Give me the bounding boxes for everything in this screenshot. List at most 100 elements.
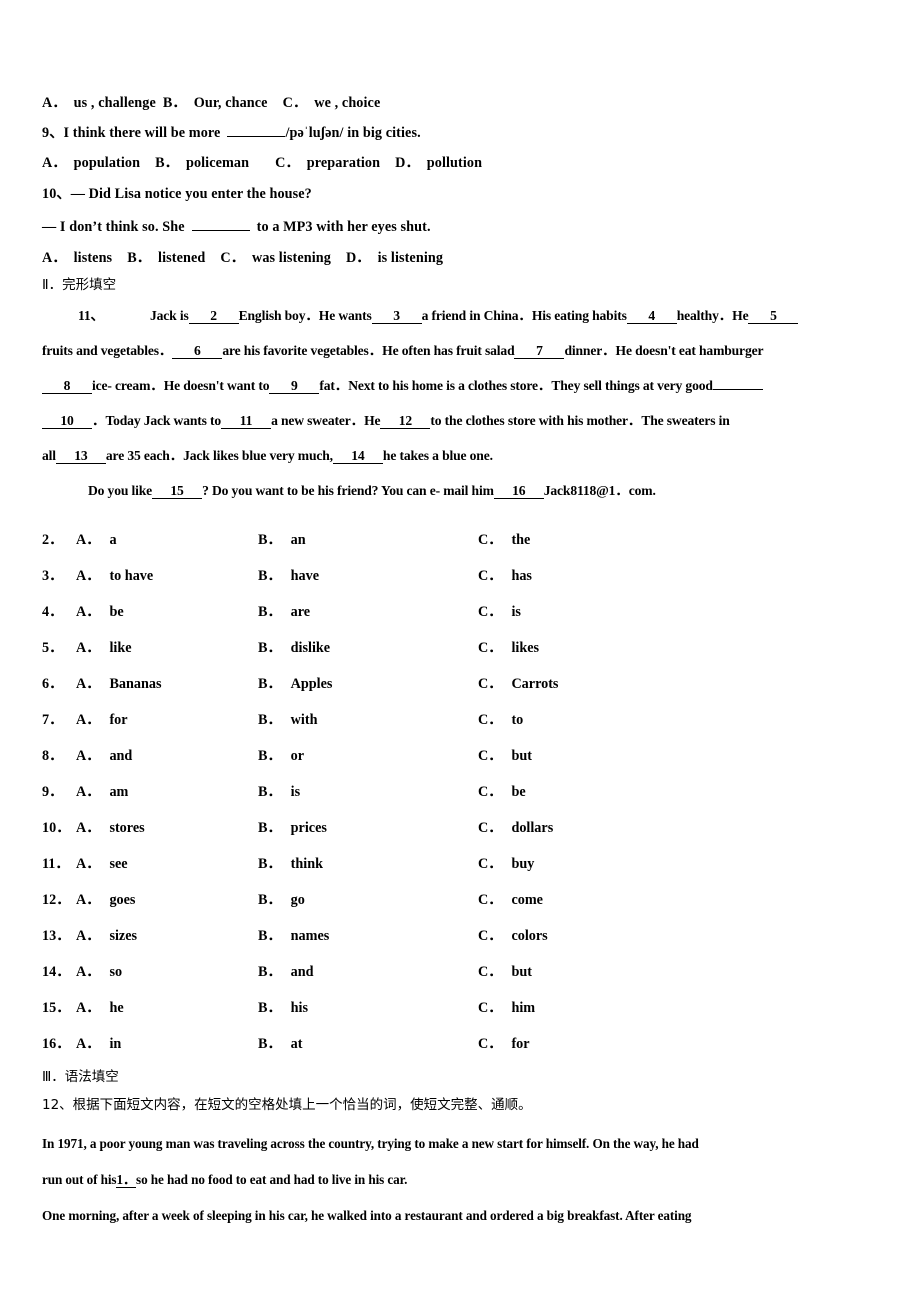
cloze-answer-blank[interactable]: 8 <box>42 378 92 395</box>
cloze-answer-blank[interactable]: 16 <box>493 483 544 500</box>
option-letter-c: C． <box>478 1000 503 1016</box>
cloze-option-a[interactable]: A． he <box>76 990 258 1026</box>
cloze-option-c[interactable]: C． likes <box>478 630 892 666</box>
option-letter-a: A． <box>76 892 101 908</box>
option-letter-b: B． <box>258 568 282 584</box>
option-letter-a: A． <box>76 604 101 620</box>
cloze-answer-blank[interactable]: 15 <box>152 483 203 500</box>
cloze-option-b[interactable]: B． prices <box>258 810 478 846</box>
cloze-option-c[interactable]: C． him <box>478 990 892 1026</box>
cloze-answer-blank[interactable]: 2 <box>188 308 239 325</box>
cloze-option-b[interactable]: B． and <box>258 954 478 990</box>
cloze-option-c[interactable]: C． come <box>478 882 892 918</box>
cloze-option-c[interactable]: C． to <box>478 702 892 738</box>
cloze-option-b[interactable]: B． have <box>258 558 478 594</box>
option-text-d: pollution <box>426 155 483 171</box>
cloze-option-b[interactable]: B． dislike <box>258 630 478 666</box>
cloze-option-c[interactable]: C． for <box>478 1026 892 1062</box>
cloze-option-row: 7． A． for B． with C． to <box>42 702 892 738</box>
option-text-a: population <box>73 155 141 171</box>
cloze-option-a[interactable]: A． sizes <box>76 918 258 954</box>
cloze-option-row: 11． A． see B． think C． buy <box>42 846 892 882</box>
option-text-c: preparation <box>306 155 381 171</box>
option-text-c: was listening <box>252 250 331 266</box>
option-row-number: 11． <box>42 856 70 872</box>
cloze-option-a[interactable]: A． see <box>76 846 258 882</box>
cloze-answer-blank[interactable]: 6 <box>172 343 223 360</box>
cloze-answer-blank[interactable]: 10 <box>42 413 92 430</box>
cloze-option-c[interactable]: C． Carrots <box>478 666 892 702</box>
option-letter-c: C． <box>478 712 503 728</box>
cloze-option-a[interactable]: A． am <box>76 774 258 810</box>
cloze-option-a[interactable]: A． like <box>76 630 258 666</box>
cloze-answer-blank[interactable]: 14 <box>332 448 383 465</box>
option-letter-c: C． <box>478 928 503 944</box>
cloze-option-b[interactable]: B． or <box>258 738 478 774</box>
cloze-option-b[interactable]: B． are <box>258 594 478 630</box>
cloze-option-a[interactable]: A． so <box>76 954 258 990</box>
cloze-option-c[interactable]: C． the <box>478 522 892 558</box>
cloze-option-b[interactable]: B． names <box>258 918 478 954</box>
option-text-c: dollars <box>511 820 554 836</box>
cloze-option-a[interactable]: A． be <box>76 594 258 630</box>
cloze-answer-blank[interactable]: 11 <box>221 413 272 430</box>
cloze-option-c[interactable]: C． dollars <box>478 810 892 846</box>
cloze-answer-blank[interactable]: 9 <box>269 378 320 395</box>
cloze-option-c[interactable]: C． colors <box>478 918 892 954</box>
option-letter-d: D． <box>395 155 420 171</box>
cloze-option-row: 10． A． stores B． prices C． dollars <box>42 810 892 846</box>
option-text-c: be <box>511 784 526 800</box>
option-text-b: is <box>290 784 301 800</box>
option-letter-b: B． <box>258 676 282 692</box>
cloze-answer-blank[interactable]: 4 <box>626 308 677 325</box>
cloze-option-b[interactable]: B． at <box>258 1026 478 1062</box>
option-text-c: colors <box>511 928 548 944</box>
cloze-option-b[interactable]: B． Apples <box>258 666 478 702</box>
cloze-option-row: 3． A． to have B． have C． has <box>42 558 892 594</box>
option-letter-c: C． <box>478 532 503 548</box>
question-10-answer-blank[interactable] <box>191 230 250 231</box>
cloze-option-a[interactable]: A． Bananas <box>76 666 258 702</box>
cloze-option-b[interactable]: B． is <box>258 774 478 810</box>
cloze-option-a[interactable]: A． for <box>76 702 258 738</box>
cloze-option-b[interactable]: B． think <box>258 846 478 882</box>
option-text-b: Apples <box>290 676 333 692</box>
cloze-option-c[interactable]: C． is <box>478 594 892 630</box>
cloze-option-b[interactable]: B． an <box>258 522 478 558</box>
cloze-option-b[interactable]: B． with <box>258 702 478 738</box>
cloze-option-c[interactable]: C． has <box>478 558 892 594</box>
cloze-answer-blank[interactable]: 7 <box>514 343 565 360</box>
cloze-text: Do you like <box>88 483 153 498</box>
cloze-option-row: 8． A． and B． or C． but <box>42 738 892 774</box>
cloze-option-c[interactable]: C． be <box>478 774 892 810</box>
cloze-option-a[interactable]: A． to have <box>76 558 258 594</box>
cloze-answer-blank[interactable]: 3 <box>371 308 422 325</box>
cloze-answer-blank[interactable]: 12 <box>380 413 431 430</box>
cloze-option-c[interactable]: C． buy <box>478 846 892 882</box>
option-letter-c: C． <box>478 820 503 836</box>
cloze-option-c[interactable]: C． but <box>478 954 892 990</box>
cloze-answer-blank[interactable]: 13 <box>55 448 106 465</box>
option-text-d: is listening <box>377 250 444 266</box>
cloze-answer-blank[interactable]: 5 <box>748 308 799 325</box>
cloze-answer-blank[interactable] <box>712 389 763 390</box>
option-letter-c: C． <box>478 604 503 620</box>
cloze-text: English boy．He wants <box>238 308 372 323</box>
cloze-option-b[interactable]: B． his <box>258 990 478 1026</box>
cloze-option-b[interactable]: B． go <box>258 882 478 918</box>
cloze-line-content: Do you like 15? Do you want to be his fri… <box>88 483 656 500</box>
cloze-option-a[interactable]: A． and <box>76 738 258 774</box>
cloze-option-a[interactable]: A． stores <box>76 810 258 846</box>
cloze-option-a[interactable]: A． goes <box>76 882 258 918</box>
option-text-a: us , challenge <box>73 95 156 111</box>
grammar-answer-blank-1[interactable]: 1． <box>116 1173 136 1188</box>
cloze-option-c[interactable]: C． but <box>478 738 892 774</box>
option-row-number: 14． <box>42 964 71 980</box>
cloze-option-a[interactable]: A． in <box>76 1026 258 1062</box>
option-text-c: him <box>511 1000 536 1016</box>
question-9-answer-blank[interactable] <box>227 136 286 137</box>
option-letter-a: A． <box>76 964 101 980</box>
option-letter-b: B． <box>258 1036 282 1052</box>
cloze-option-row: 5． A． like B． dislike C． likes <box>42 630 892 666</box>
cloze-option-a[interactable]: A． a <box>76 522 258 558</box>
